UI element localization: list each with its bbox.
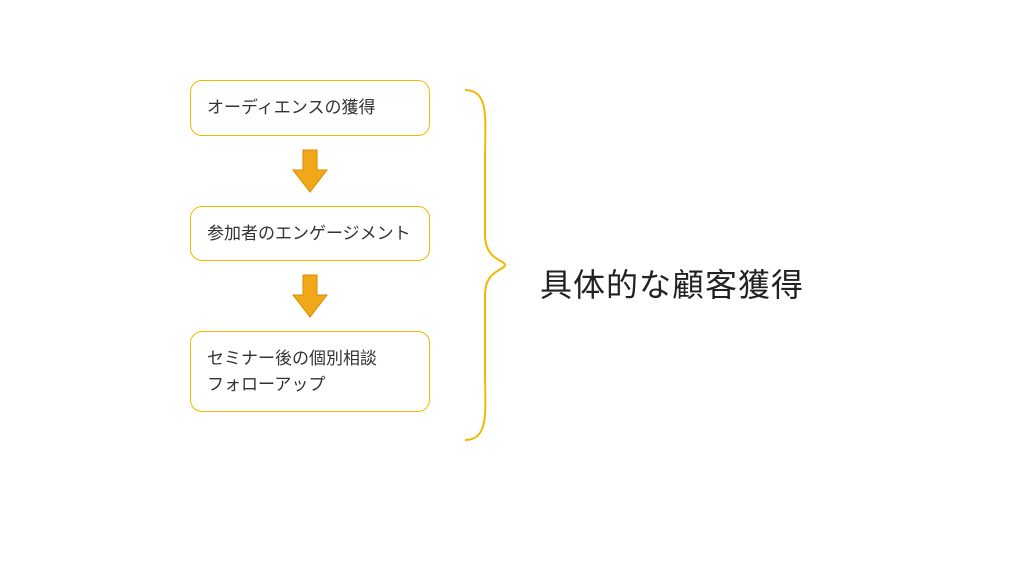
- flow-step-1-label: オーディエンスの獲得: [207, 98, 375, 117]
- flow-column: オーディエンスの獲得 参加者のエンゲージメント セミナー後の個別相談 フォローア…: [185, 80, 435, 412]
- flow-step-1: オーディエンスの獲得: [190, 80, 430, 136]
- flow-step-3: セミナー後の個別相談 フォローアップ: [190, 331, 430, 412]
- flow-step-2: 参加者のエンゲージメント: [190, 206, 430, 262]
- curly-brace-icon: [455, 80, 515, 455]
- flow-step-2-label: 参加者のエンゲージメント: [207, 224, 411, 243]
- flow-step-3-line1: セミナー後の個別相談: [207, 349, 377, 368]
- arrow-down-icon: [291, 273, 329, 319]
- summary-label: 具体的な顧客獲得: [540, 260, 804, 306]
- flow-step-3-line2: フォローアップ: [207, 375, 325, 394]
- arrow-down-icon: [291, 148, 329, 194]
